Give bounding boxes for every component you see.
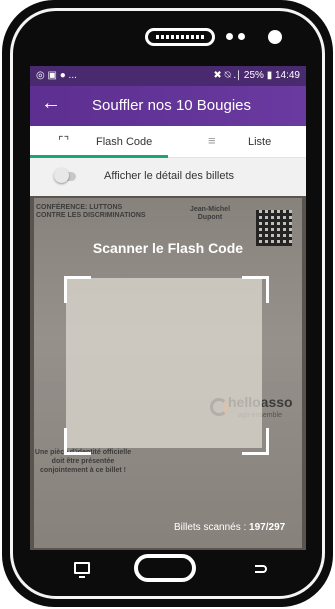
tab-label: Liste (248, 136, 272, 148)
recent-apps-icon[interactable] (74, 562, 90, 578)
toggle-switch-knob[interactable] (54, 168, 69, 183)
sensor-dot (238, 33, 245, 40)
back-arrow-icon[interactable]: ← (38, 92, 64, 115)
front-camera (268, 30, 282, 44)
ticket-heading: CONFÉRENCE: LUTTONS CONTRE LES DISCRIMIN… (36, 204, 146, 219)
speaker-grille (145, 28, 215, 46)
tab-liste[interactable]: ≡ Liste (168, 126, 306, 158)
scan-corner-top-left (64, 276, 91, 303)
scan-frame-icon: ⌜⌝ (58, 134, 70, 148)
camera-preview: CONFÉRENCE: LUTTONS CONTRE LES DISCRIMIN… (30, 196, 306, 550)
page-title: Souffler nos 10 Bougies (92, 97, 252, 114)
status-right-info: ✖ ⍉ .∣ 25% ▮ 14:49 (213, 70, 300, 81)
scan-corner-bottom-right (242, 428, 269, 455)
sensor-dot (226, 33, 233, 40)
scanned-label: Billets scannés : (174, 522, 250, 533)
screen: ◎ ▣ ● ... ✖ ⍉ .∣ 25% ▮ 14:49 ← Souffler … (30, 66, 306, 550)
ticket-holder-name: Jean-Michel Dupont (189, 206, 231, 221)
ticket-detail-toggle-row: Afficher le détail des billets (30, 158, 306, 196)
home-button[interactable] (134, 554, 196, 582)
app-bar: ← Souffler nos 10 Bougies (30, 86, 306, 126)
tab-flash-code[interactable]: ⌜⌝ Flash Code (30, 126, 168, 158)
status-left-icons: ◎ ▣ ● ... (36, 70, 77, 81)
back-button-icon[interactable] (255, 565, 267, 573)
scanned-ticket-counter: Billets scannés : 197/297 (174, 522, 285, 533)
scanner-title: Scanner le Flash Code (92, 240, 244, 256)
toggle-label: Afficher le détail des billets (104, 170, 235, 182)
scan-corner-top-right (242, 276, 269, 303)
scan-corner-bottom-left (64, 428, 91, 455)
tab-label: Flash Code (96, 136, 153, 148)
scanned-value: 197/297 (249, 522, 286, 533)
list-icon: ≡ (208, 133, 216, 148)
scan-target-area (66, 278, 262, 448)
tab-bar: ⌜⌝ Flash Code ≡ Liste (30, 126, 306, 158)
status-bar: ◎ ▣ ● ... ✖ ⍉ .∣ 25% ▮ 14:49 (30, 66, 306, 86)
